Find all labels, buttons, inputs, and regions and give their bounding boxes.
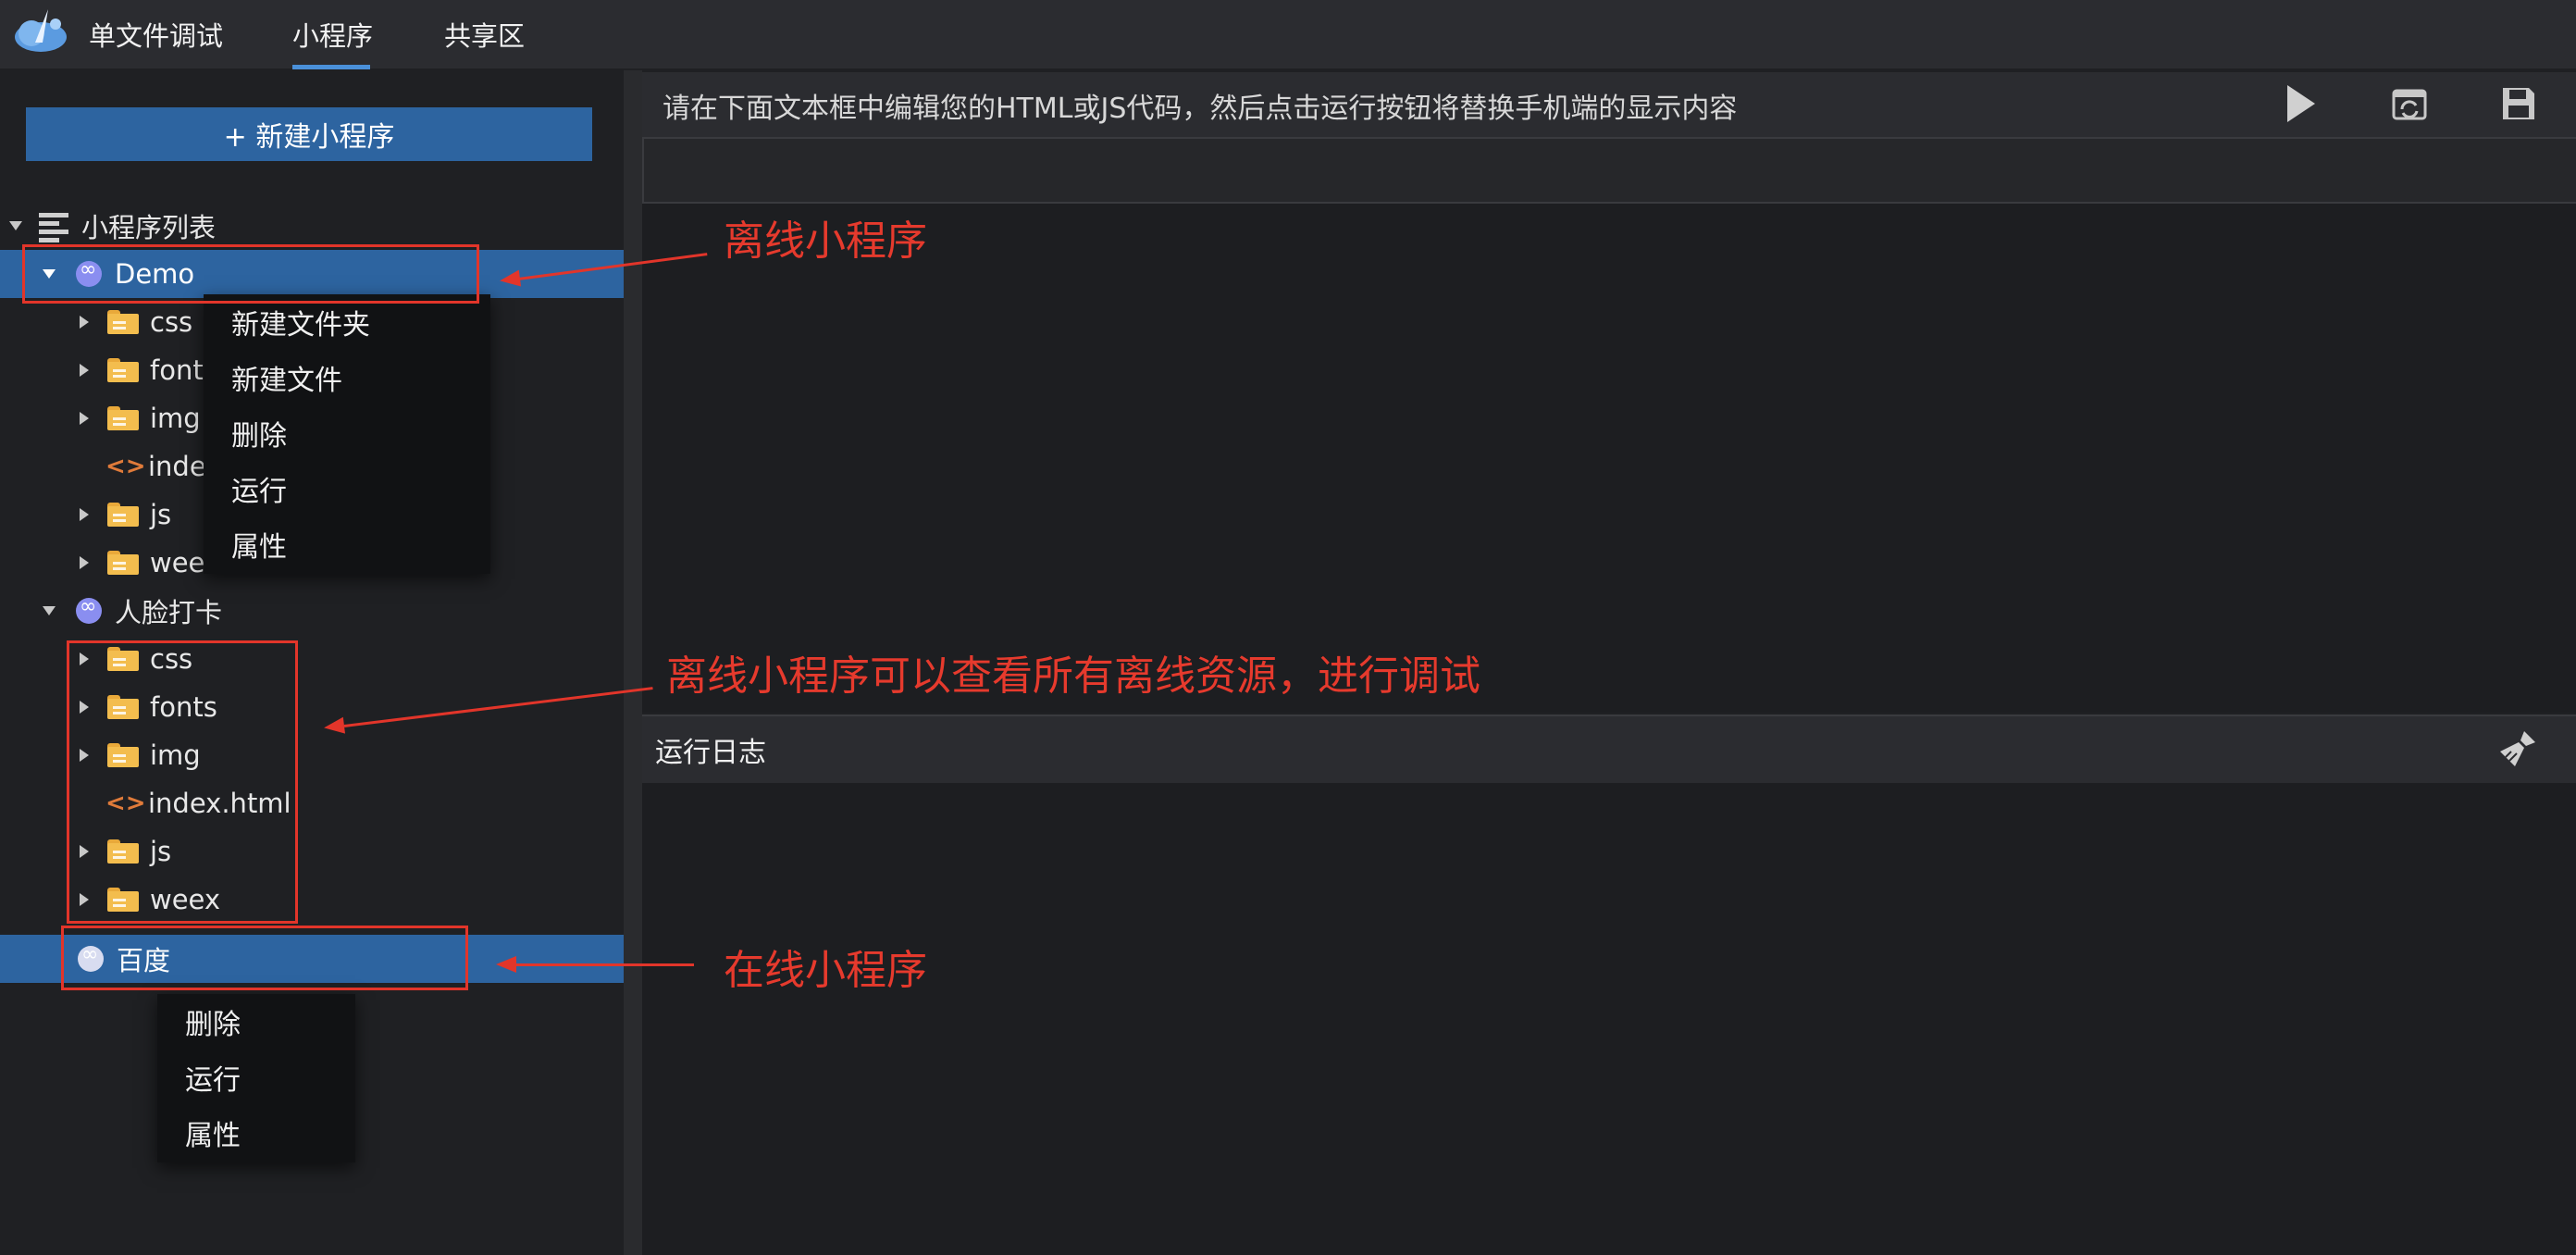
sidebar-divider[interactable] bbox=[624, 70, 642, 1255]
folder-icon bbox=[107, 358, 139, 382]
annotation-box-online bbox=[61, 926, 468, 990]
expand-arrow-icon[interactable] bbox=[80, 412, 89, 425]
list-icon bbox=[39, 211, 68, 242]
annotation-arrow-head bbox=[322, 716, 346, 737]
annotation-resources-text: 离线小程序可以查看所有离线资源，进行调试 bbox=[666, 652, 1480, 700]
clear-log-broom-icon[interactable] bbox=[2496, 727, 2539, 770]
context-menu-online: 删除 运行 属性 bbox=[157, 994, 355, 1162]
tree-item-label: 人脸打卡 bbox=[115, 597, 223, 628]
annotation-offline-text: 离线小程序 bbox=[724, 217, 927, 265]
tab-share-area[interactable]: 共享区 bbox=[444, 15, 525, 54]
folder-icon bbox=[107, 310, 139, 334]
annotation-box-resources bbox=[67, 640, 298, 924]
app-logo-icon bbox=[15, 9, 67, 52]
tree-item-label: img bbox=[150, 403, 201, 434]
top-nav-bar bbox=[0, 0, 2576, 68]
code-file-icon: <> bbox=[105, 453, 146, 480]
refresh-icon[interactable] bbox=[2391, 85, 2428, 122]
expand-arrow-icon[interactable] bbox=[80, 316, 89, 329]
new-mini-program-button[interactable]: + 新建小程序 bbox=[26, 107, 592, 161]
menu-item-delete[interactable]: 删除 bbox=[204, 405, 490, 461]
context-menu-offline: 新建文件夹 新建文件 删除 运行 属性 bbox=[204, 294, 490, 574]
menu-item-new-file[interactable]: 新建文件 bbox=[204, 350, 490, 405]
editor-tab-row bbox=[642, 139, 2576, 204]
folder-icon bbox=[107, 406, 139, 430]
tree-item-label: css bbox=[150, 306, 193, 338]
editor-hint-text: 请在下面文本框中编辑您的HTML或JS代码，然后点击运行按钮将替换手机端的显示内… bbox=[663, 93, 1738, 125]
folder-icon bbox=[107, 551, 139, 575]
log-output bbox=[642, 783, 2576, 1255]
tree-item-label: wee bbox=[150, 547, 205, 578]
expand-arrow-icon[interactable] bbox=[9, 221, 22, 230]
tree-root-label: 小程序列表 bbox=[81, 212, 217, 243]
active-tab-indicator bbox=[292, 65, 370, 69]
menu-item-properties[interactable]: 属性 bbox=[157, 1105, 355, 1161]
expand-arrow-icon[interactable] bbox=[80, 364, 89, 377]
menu-item-run[interactable]: 运行 bbox=[157, 1050, 355, 1105]
tree-item-label: inde bbox=[148, 451, 206, 482]
annotation-arrow-head bbox=[496, 956, 516, 973]
tree-item-label: js bbox=[150, 499, 172, 530]
expand-arrow-icon[interactable] bbox=[43, 606, 56, 615]
tree-item-label: font bbox=[150, 354, 204, 386]
save-icon[interactable] bbox=[2500, 85, 2537, 122]
tab-single-file-debug[interactable]: 单文件调试 bbox=[89, 15, 223, 54]
menu-item-delete[interactable]: 删除 bbox=[157, 994, 355, 1050]
log-title: 运行日志 bbox=[655, 737, 766, 769]
tree-root-row[interactable]: 小程序列表 bbox=[0, 202, 624, 250]
annotation-arrow-line bbox=[516, 963, 694, 966]
offline-app-icon bbox=[76, 595, 102, 624]
expand-arrow-icon[interactable] bbox=[80, 556, 89, 569]
menu-item-properties[interactable]: 属性 bbox=[204, 516, 490, 572]
folder-icon bbox=[107, 503, 139, 527]
annotation-arrow-head bbox=[498, 269, 522, 290]
run-icon[interactable] bbox=[2284, 83, 2319, 124]
annotation-online-text: 在线小程序 bbox=[724, 947, 927, 994]
expand-arrow-icon[interactable] bbox=[80, 508, 89, 521]
code-editor[interactable] bbox=[642, 204, 2576, 713]
tab-mini-program[interactable]: 小程序 bbox=[292, 15, 373, 54]
tree-item-face-checkin[interactable]: 人脸打卡 bbox=[0, 587, 624, 635]
annotation-box-offline bbox=[22, 244, 479, 304]
menu-item-run[interactable]: 运行 bbox=[204, 461, 490, 516]
log-header bbox=[642, 714, 2576, 785]
